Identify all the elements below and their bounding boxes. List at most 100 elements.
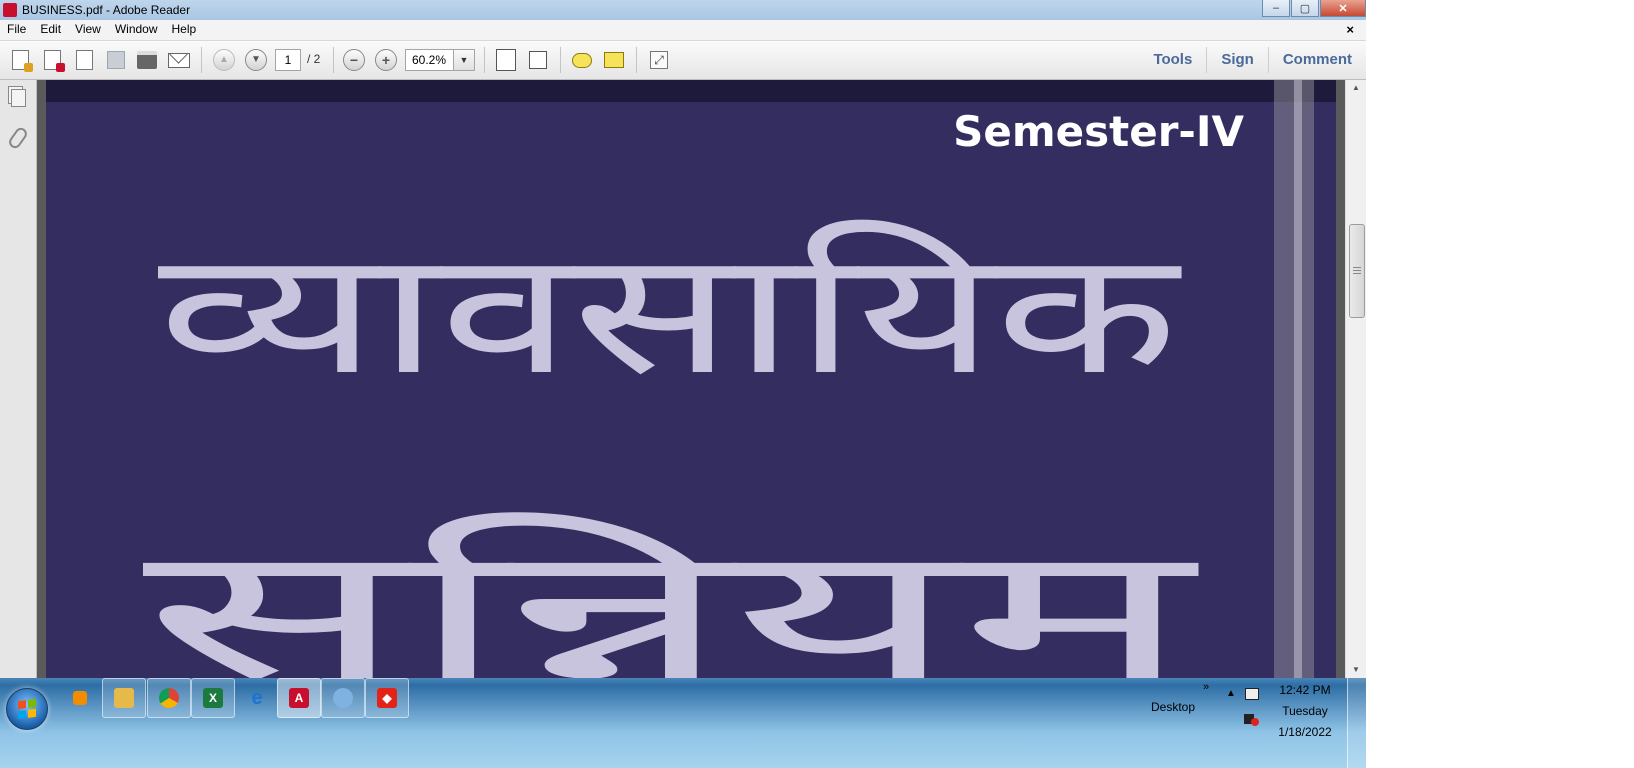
fit-page-button[interactable] bbox=[494, 48, 518, 72]
edit-pdf-button[interactable] bbox=[72, 48, 96, 72]
chrome-icon bbox=[159, 688, 179, 708]
minimize-button[interactable]: – bbox=[1262, 0, 1290, 17]
printer-icon bbox=[137, 51, 157, 69]
menu-view[interactable]: View bbox=[68, 20, 108, 36]
close-button[interactable]: ✕ bbox=[1320, 0, 1366, 17]
fit-width-button[interactable] bbox=[526, 48, 550, 72]
scroll-down-arrow[interactable]: ▼ bbox=[1350, 664, 1362, 676]
next-page-button[interactable]: ▼ bbox=[244, 48, 268, 72]
taskbar-anydesk[interactable]: ◆ bbox=[365, 678, 409, 718]
window-controls: – ▢ ✕ bbox=[1261, 0, 1366, 18]
create-pdf-button[interactable] bbox=[40, 48, 65, 72]
title-bar: BUSINESS.pdf - Adobe Reader – ▢ ✕ bbox=[0, 0, 1366, 20]
taskbar-chrome[interactable] bbox=[147, 678, 191, 718]
close-document-button[interactable]: × bbox=[1346, 22, 1354, 37]
scroll-up-arrow[interactable]: ▲ bbox=[1350, 82, 1362, 94]
save-icon bbox=[107, 51, 125, 69]
paperclip-icon bbox=[6, 125, 30, 151]
taskbar-explorer[interactable] bbox=[102, 678, 146, 718]
menu-edit[interactable]: Edit bbox=[33, 20, 68, 36]
mute-indicator-icon bbox=[1251, 718, 1259, 726]
menu-bar: File Edit View Window Help × bbox=[0, 20, 1366, 41]
plus-icon: + bbox=[375, 49, 397, 71]
highlighter-icon bbox=[604, 52, 624, 68]
save-button[interactable] bbox=[104, 48, 128, 72]
title-line-1: व्यावसायिक bbox=[158, 215, 1183, 413]
arrow-up-icon: ▲ bbox=[213, 49, 235, 71]
photo-top-edge bbox=[46, 80, 1336, 102]
pages-icon bbox=[10, 89, 26, 107]
network-icon[interactable] bbox=[1245, 688, 1259, 700]
anydesk-icon: ◆ bbox=[377, 688, 397, 708]
clock-time: 12:42 PM bbox=[1279, 683, 1331, 697]
read-mode-button[interactable]: ⤢ bbox=[647, 48, 671, 72]
zoom-out-button[interactable]: − bbox=[342, 48, 366, 72]
task-panel-links: Tools Sign Comment bbox=[1139, 41, 1366, 79]
comment-pane-link[interactable]: Comment bbox=[1267, 47, 1366, 73]
navigation-pane bbox=[0, 80, 37, 678]
page-thumbnails-button[interactable] bbox=[9, 88, 27, 108]
screen: BUSINESS.pdf - Adobe Reader – ▢ ✕ File Ed… bbox=[0, 0, 1366, 768]
taskbar-paint[interactable] bbox=[321, 678, 365, 718]
menu-window[interactable]: Window bbox=[108, 20, 165, 36]
toolbar-divider bbox=[560, 47, 561, 73]
menu-help[interactable]: Help bbox=[165, 20, 204, 36]
internet-explorer-icon: e bbox=[251, 686, 263, 709]
print-button[interactable] bbox=[135, 48, 159, 72]
email-button[interactable] bbox=[167, 48, 191, 72]
show-hidden-icons-button[interactable]: ▲ bbox=[1226, 688, 1236, 699]
toolbar-divider bbox=[484, 47, 485, 73]
zoom-in-button[interactable]: + bbox=[374, 48, 398, 72]
attachments-button[interactable] bbox=[6, 125, 30, 151]
taskbar-media-player[interactable] bbox=[58, 678, 102, 718]
system-clock[interactable]: 12:42 PM Tuesday 1/18/2022 bbox=[1270, 680, 1340, 743]
windows-logo-icon bbox=[18, 698, 36, 720]
title-line-2: सन्नियम bbox=[143, 506, 1200, 678]
start-button[interactable] bbox=[6, 688, 48, 730]
excel-icon: X bbox=[203, 688, 223, 708]
comment-bubble-icon bbox=[572, 52, 592, 68]
sign-pane-link[interactable]: Sign bbox=[1206, 47, 1268, 73]
vertical-scrollbar[interactable]: ▲ ▼ bbox=[1345, 80, 1366, 678]
envelope-icon bbox=[168, 52, 190, 68]
pdf-page: Semester-IV व्यावसायिक सन्नियम bbox=[46, 80, 1336, 678]
page-total: / 2 bbox=[307, 52, 321, 66]
expand-icon: ⤢ bbox=[650, 51, 668, 69]
highlight-text-button[interactable] bbox=[602, 48, 626, 72]
adobe-reader-icon: A bbox=[289, 688, 309, 708]
minus-icon: − bbox=[343, 49, 365, 71]
window-title: BUSINESS.pdf - Adobe Reader bbox=[22, 3, 191, 17]
cover-image: Semester-IV व्यावसायिक सन्नियम bbox=[46, 80, 1336, 678]
taskbar-adobe-reader[interactable]: A bbox=[277, 678, 321, 718]
previous-page-button[interactable]: ▲ bbox=[212, 48, 236, 72]
sticky-note-button[interactable] bbox=[570, 48, 594, 72]
open-file-icon bbox=[11, 50, 33, 72]
adobe-reader-icon bbox=[3, 3, 17, 17]
semester-label: Semester-IV bbox=[953, 107, 1244, 156]
scroll-thumb[interactable] bbox=[1349, 223, 1365, 318]
taskbar-internet-explorer[interactable]: e bbox=[235, 678, 279, 718]
desktop-toolbar-label[interactable]: Desktop bbox=[1151, 700, 1195, 714]
toolbar-overflow-chevron[interactable]: » bbox=[1203, 681, 1209, 693]
taskbar: X e A ◆ Desktop » ▲ 12:42 PM Tuesday 1/1… bbox=[0, 678, 1366, 768]
page-number-input[interactable]: 1 bbox=[275, 49, 301, 71]
arrow-down-icon: ▼ bbox=[245, 49, 267, 71]
folder-icon bbox=[114, 688, 134, 708]
create-pdf-icon bbox=[43, 50, 65, 72]
tools-pane-link[interactable]: Tools bbox=[1139, 47, 1206, 73]
toolbar-divider bbox=[636, 47, 637, 73]
menu-file[interactable]: File bbox=[0, 20, 33, 36]
taskbar-excel[interactable]: X bbox=[191, 678, 235, 718]
open-button[interactable] bbox=[8, 48, 33, 72]
fit-page-icon bbox=[496, 49, 516, 71]
clock-day: Tuesday bbox=[1282, 704, 1328, 718]
zoom-dropdown-button[interactable]: ▼ bbox=[453, 49, 475, 71]
paint-icon bbox=[333, 688, 353, 708]
maximize-button[interactable]: ▢ bbox=[1291, 0, 1319, 17]
clock-date: 1/18/2022 bbox=[1278, 725, 1332, 739]
toolbar-divider bbox=[201, 47, 202, 73]
edit-pdf-icon bbox=[75, 50, 93, 70]
show-desktop-button[interactable] bbox=[1347, 678, 1366, 768]
toolbar: ▲ ▼ 1 / 2 − + 60.2% ▼ ⤢ Tools Sign Comme… bbox=[0, 41, 1366, 80]
document-viewport[interactable]: Semester-IV व्यावसायिक सन्नियम bbox=[37, 80, 1345, 678]
